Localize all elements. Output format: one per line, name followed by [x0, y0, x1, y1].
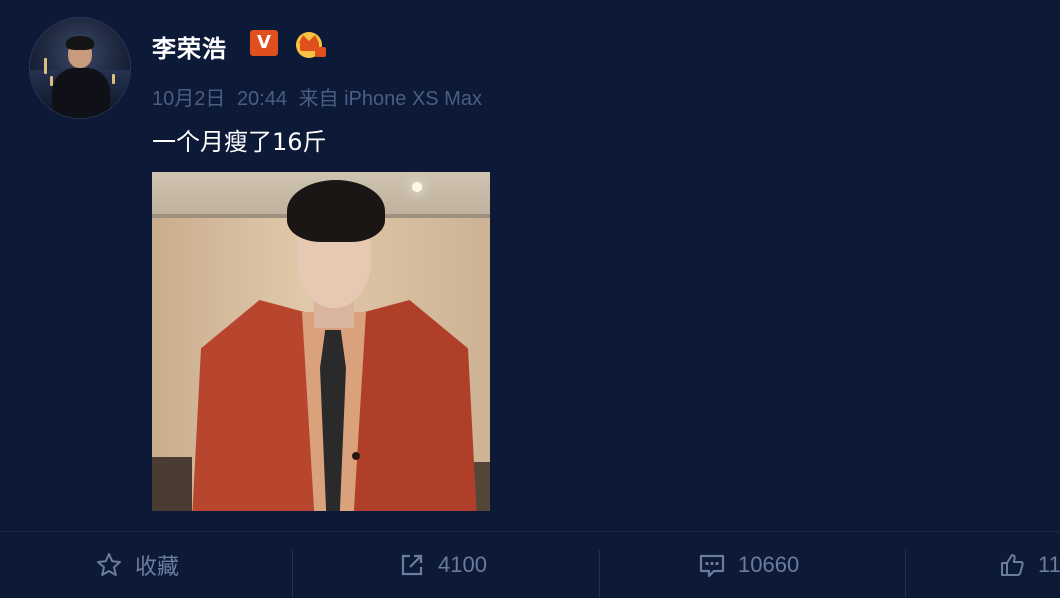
- repost-count: 4100: [438, 551, 487, 577]
- post-date[interactable]: 10月2日: [152, 88, 225, 110]
- comment-count: 10660: [738, 551, 800, 577]
- repost-button[interactable]: 4100: [398, 532, 487, 597]
- crown-icon[interactable]: [293, 29, 327, 59]
- divider: [292, 550, 293, 598]
- avatar-person-body: [52, 68, 110, 118]
- thumbs-up-icon: [1001, 553, 1024, 576]
- photo-ceiling-light: [412, 182, 422, 192]
- post-source: 来自 iPhone XS Max: [298, 88, 482, 110]
- post-photo[interactable]: [152, 172, 490, 511]
- favorite-label: 收藏: [135, 553, 180, 579]
- divider: [599, 550, 600, 598]
- post-time[interactable]: 20:44: [237, 88, 287, 110]
- avatar[interactable]: [30, 18, 130, 118]
- comment-icon: [699, 554, 725, 577]
- divider: [905, 550, 906, 598]
- star-icon: [97, 552, 121, 576]
- verified-badge[interactable]: V: [250, 30, 278, 56]
- favorite-button[interactable]: 收藏: [95, 532, 179, 597]
- avatar-tower-light: [44, 58, 47, 74]
- photo-jacket-button: [352, 452, 360, 460]
- avatar-person-hair: [66, 36, 94, 50]
- like-count: 11: [1038, 551, 1060, 577]
- author-name[interactable]: 李荣浩: [152, 29, 227, 64]
- action-bar: 收藏 4100 10660 11: [0, 531, 1060, 598]
- like-button[interactable]: 11: [998, 532, 1060, 597]
- comment-button[interactable]: 10660: [698, 532, 799, 597]
- avatar-city-light: [112, 74, 115, 84]
- post-text: 一个月瘦了16斤: [152, 128, 327, 156]
- photo-hair: [287, 180, 385, 242]
- post-meta: 10月2日 20:44 来自 iPhone XS Max: [152, 82, 488, 111]
- photo-chair-left: [152, 457, 192, 511]
- repost-icon: [401, 554, 423, 575]
